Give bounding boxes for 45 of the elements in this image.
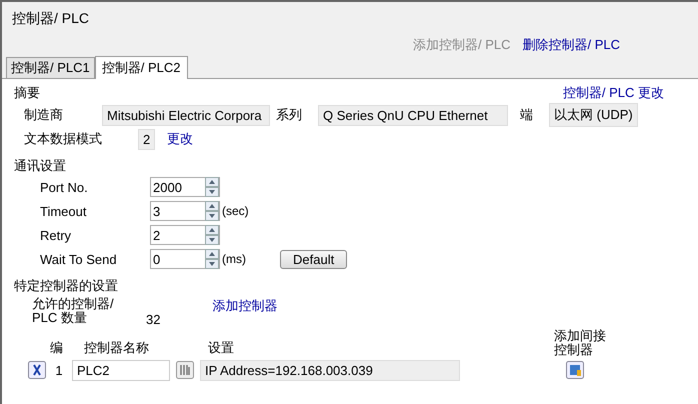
window-title: 控制器/ PLC [12,10,90,28]
spin-field[interactable]: 0 [150,249,220,269]
column-header: 添加间接控制器 [554,329,607,357]
spin-arrows-icon[interactable] [205,177,219,197]
spin-field[interactable]: 2000 [150,177,220,197]
field-label: 制造商 [24,106,64,124]
column-header: 设置 [208,339,235,357]
section-title: 特定控制器的设置 [14,277,119,295]
unit-label: (ms) [222,253,247,265]
field-label: 端 [520,106,533,124]
column-header: 编 [50,339,64,357]
controller-name-field[interactable]: PLC2 [72,360,170,380]
field-label: 允许的控制器/ PLC 数量 [32,297,115,325]
series-field: Q Series QnU CPU Ethernet [318,104,508,126]
section-title: 通讯设置 [14,157,67,175]
spin-arrows-icon[interactable] [205,249,219,269]
field-label: 系列 [276,106,302,124]
text-mode-field: 2 [138,128,156,150]
action-link[interactable]: 删除控制器/ PLC [522,36,620,54]
add-controller-link[interactable]: 添加控制器 [212,297,278,315]
change-link[interactable]: 更改 [167,130,194,148]
field-label: Timeout [40,204,88,218]
manufacturer-field: Mitsubishi Electric Corpora [102,104,270,126]
tab[interactable]: 控制器/ PLC1 [6,57,95,78]
add-indirect-icon[interactable] [566,361,584,379]
change-link[interactable]: 控制器/ PLC 更改 [562,84,664,102]
section-title: 摘要 [14,84,40,102]
unit-label: (sec) [222,205,250,217]
spin-field[interactable]: 3 [150,201,220,221]
default-button[interactable]: Default [280,250,348,268]
field-label: Port No. [40,180,89,194]
row-number: 1 [54,362,64,378]
field-label: Retry [40,228,72,242]
field-label: Wait To Send [40,252,118,266]
tool-icon[interactable] [28,361,46,379]
port-field: 以太网 (UDP) [549,103,638,127]
settings-field: IP Address=192.168.003.039 [200,360,460,380]
browse-icon[interactable] [176,361,194,379]
spin-arrows-icon[interactable] [205,201,219,221]
spin-field[interactable]: 2 [150,225,220,245]
field-label: 文本数据模式 [24,130,103,148]
column-header: 控制器名称 [84,339,150,357]
tab[interactable]: 控制器/ PLC2 [94,56,188,79]
count-value: 32 [146,312,160,327]
spin-arrows-icon[interactable] [205,225,219,245]
